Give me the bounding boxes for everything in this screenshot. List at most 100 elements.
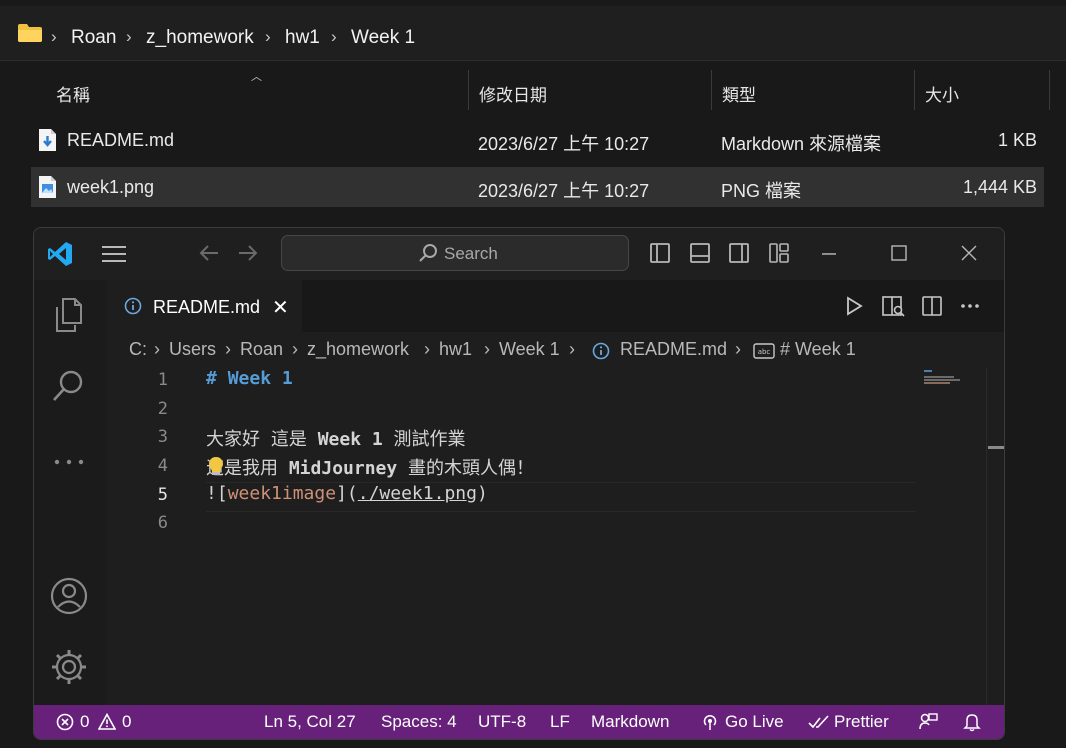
open-preview-to-side-icon[interactable] [881, 295, 905, 317]
file-row-selected[interactable]: week1.png 2023/6/27 上午 10:27 PNG 檔案 1,44… [31, 167, 1044, 207]
forward-arrow-icon[interactable] [237, 243, 259, 263]
double-check-icon [808, 715, 829, 729]
chevron-right-icon: › [484, 339, 490, 359]
prettier-button[interactable]: Prettier [834, 712, 889, 732]
close-window-icon[interactable] [960, 244, 978, 262]
command-center-search[interactable]: Search [281, 235, 629, 271]
markdown-file-icon [39, 129, 56, 151]
maximize-icon[interactable] [891, 245, 907, 261]
code-line-5[interactable]: ![week1image](./week1.png) [206, 483, 488, 512]
chevron-right-icon: › [225, 339, 231, 359]
chevron-right-icon: › [569, 339, 575, 359]
code-editor[interactable]: # Week 1 大家好 這是 Week 1 測試作業 這是我用 MidJour… [206, 368, 916, 705]
breadcrumb-item[interactable]: # Week 1 [780, 339, 856, 360]
error-icon[interactable] [56, 713, 74, 731]
end-of-line[interactable]: LF [550, 712, 570, 732]
broadcast-icon [703, 714, 717, 730]
file-type: PNG 檔案 [721, 181, 802, 201]
column-header-type[interactable]: 類型 [722, 81, 756, 106]
breadcrumb-item[interactable]: Roan [240, 339, 283, 360]
toggle-primary-sidebar-icon[interactable] [649, 242, 671, 264]
warning-icon[interactable] [98, 713, 116, 731]
column-divider[interactable] [1049, 70, 1050, 110]
file-size: 1,444 KB [962, 177, 1037, 197]
search-icon[interactable] [49, 367, 89, 407]
breadcrumb-item[interactable]: Week 1 [351, 27, 415, 49]
scrollbar-thumb[interactable] [988, 446, 1004, 449]
line-number: 3 [157, 427, 168, 447]
column-header-name[interactable]: 名稱 [56, 81, 90, 106]
chevron-right-icon: › [424, 339, 430, 359]
file-name: week1.png [67, 177, 155, 197]
more-actions-icon[interactable] [959, 295, 981, 317]
menu-icon[interactable] [101, 244, 127, 264]
line-number-gutter: 1 2 3 4 5 6 [106, 368, 206, 705]
breadcrumb-item[interactable]: z_homework [146, 27, 254, 49]
chevron-right-icon: › [154, 339, 160, 359]
lightbulb-icon[interactable] [207, 455, 225, 477]
breadcrumb-item[interactable]: hw1 [285, 27, 320, 49]
more-views-icon[interactable] [49, 442, 89, 482]
encoding[interactable]: UTF-8 [478, 712, 526, 732]
breadcrumb-item[interactable]: hw1 [439, 339, 472, 360]
tab-readme[interactable]: README.md ✕ [106, 280, 302, 333]
column-header-modified[interactable]: 修改日期 [479, 81, 547, 106]
minimap[interactable] [916, 368, 986, 705]
column-divider[interactable] [914, 70, 915, 110]
code-line-1[interactable]: # Week 1 [206, 368, 293, 397]
search-placeholder: Search [444, 244, 498, 263]
cursor-position[interactable]: Ln 5, Col 27 [264, 712, 356, 732]
error-count[interactable]: 0 [80, 712, 89, 732]
file-modified: 2023/6/27 上午 10:27 [478, 134, 650, 154]
chevron-right-icon: › [51, 27, 57, 46]
file-type: Markdown 來源檔案 [721, 134, 882, 154]
breadcrumb-item[interactable]: Roan [71, 27, 116, 49]
minimize-icon[interactable] [821, 252, 837, 256]
breadcrumb-item[interactable]: Users [169, 339, 216, 360]
line-number: 1 [157, 370, 168, 390]
chevron-right-icon: › [292, 339, 298, 359]
column-header-size[interactable]: 大小 [925, 81, 959, 106]
close-tab-icon[interactable]: ✕ [272, 295, 289, 320]
search-icon [419, 244, 437, 262]
activity-bar [34, 280, 106, 705]
settings-gear-icon[interactable] [49, 647, 89, 687]
toggle-secondary-sidebar-icon[interactable] [728, 242, 750, 264]
chevron-right-icon: › [735, 339, 741, 359]
toggle-panel-icon[interactable] [689, 242, 711, 264]
split-editor-icon[interactable] [921, 295, 943, 317]
notifications-bell-icon[interactable] [962, 712, 982, 732]
customize-layout-icon[interactable] [768, 242, 790, 264]
image-file-icon [39, 176, 56, 198]
warning-count[interactable]: 0 [122, 712, 131, 732]
sort-ascending-icon: ︿ [251, 71, 262, 83]
string-symbol-icon: abc [753, 343, 775, 359]
breadcrumb-item[interactable]: C: [129, 339, 147, 360]
code-line-4[interactable]: 這是我用 MidJourney 畫的木頭人偶！ [206, 454, 534, 483]
feedback-icon[interactable] [918, 712, 938, 732]
language-mode[interactable]: Markdown [591, 712, 669, 732]
status-bar: 0 0 Ln 5, Col 27 Spaces: 4 UTF-8 LF Mark… [34, 705, 1004, 739]
go-live-button[interactable]: Go Live [725, 712, 784, 732]
run-icon[interactable] [843, 295, 865, 317]
account-icon[interactable] [49, 576, 89, 616]
tab-label: README.md [153, 297, 261, 317]
code-line-3[interactable]: 大家好 這是 Week 1 測試作業 [206, 425, 466, 454]
editor-area: README.md ✕ C: › Users › Roan › z_homewo… [106, 280, 1004, 705]
line-number-active: 5 [157, 485, 168, 505]
indentation[interactable]: Spaces: 4 [381, 712, 457, 732]
back-arrow-icon[interactable] [198, 243, 220, 263]
breadcrumb-item[interactable]: Week 1 [499, 339, 560, 360]
column-divider[interactable] [711, 70, 712, 110]
explorer-files-icon[interactable] [49, 295, 89, 335]
file-modified: 2023/6/27 上午 10:27 [478, 181, 650, 201]
file-row[interactable]: README.md 2023/6/27 上午 10:27 Markdown 來源… [31, 120, 1044, 160]
column-divider[interactable] [468, 70, 469, 110]
breadcrumb-item[interactable]: README.md [620, 339, 727, 360]
vertical-scrollbar[interactable] [986, 368, 1004, 705]
address-bar[interactable]: › Roan › z_homework › hw1 › Week 1 [0, 6, 1066, 61]
chevron-right-icon: › [126, 27, 132, 46]
chevron-right-icon: › [265, 27, 271, 46]
line-number: 6 [157, 513, 168, 533]
breadcrumb-item[interactable]: z_homework [307, 339, 409, 360]
